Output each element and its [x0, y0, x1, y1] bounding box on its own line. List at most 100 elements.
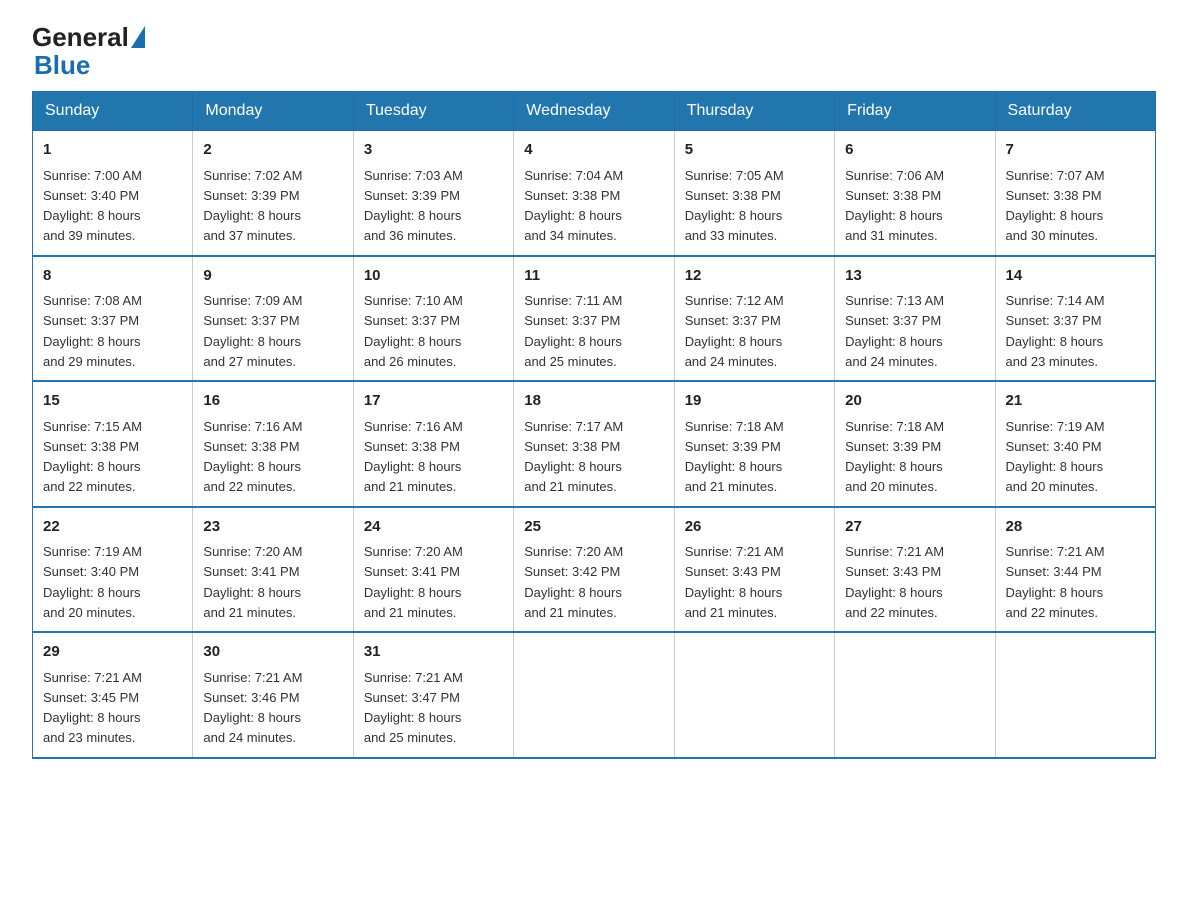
- week-row-4: 22 Sunrise: 7:19 AMSunset: 3:40 PMDaylig…: [33, 507, 1156, 633]
- logo: General Blue: [32, 24, 147, 81]
- day-sunrise: Sunrise: 7:09 AMSunset: 3:37 PMDaylight:…: [203, 293, 302, 369]
- day-number: 14: [1006, 265, 1145, 288]
- day-sunrise: Sunrise: 7:11 AMSunset: 3:37 PMDaylight:…: [524, 293, 622, 369]
- day-cell: 12 Sunrise: 7:12 AMSunset: 3:37 PMDaylig…: [674, 256, 834, 382]
- day-sunrise: Sunrise: 7:15 AMSunset: 3:38 PMDaylight:…: [43, 419, 142, 495]
- day-number: 12: [685, 265, 824, 288]
- week-row-3: 15 Sunrise: 7:15 AMSunset: 3:38 PMDaylig…: [33, 381, 1156, 507]
- day-cell: [995, 632, 1155, 758]
- day-sunrise: Sunrise: 7:03 AMSunset: 3:39 PMDaylight:…: [364, 168, 463, 244]
- day-sunrise: Sunrise: 7:00 AMSunset: 3:40 PMDaylight:…: [43, 168, 142, 244]
- day-cell: 27 Sunrise: 7:21 AMSunset: 3:43 PMDaylig…: [835, 507, 995, 633]
- day-cell: 7 Sunrise: 7:07 AMSunset: 3:38 PMDayligh…: [995, 131, 1155, 256]
- day-number: 24: [364, 516, 503, 539]
- day-cell: 10 Sunrise: 7:10 AMSunset: 3:37 PMDaylig…: [353, 256, 513, 382]
- day-number: 1: [43, 139, 182, 162]
- day-number: 6: [845, 139, 984, 162]
- day-cell: [674, 632, 834, 758]
- weekday-header-row: SundayMondayTuesdayWednesdayThursdayFrid…: [33, 92, 1156, 131]
- day-sunrise: Sunrise: 7:20 AMSunset: 3:41 PMDaylight:…: [203, 544, 302, 620]
- day-sunrise: Sunrise: 7:14 AMSunset: 3:37 PMDaylight:…: [1006, 293, 1105, 369]
- day-cell: 24 Sunrise: 7:20 AMSunset: 3:41 PMDaylig…: [353, 507, 513, 633]
- day-sunrise: Sunrise: 7:21 AMSunset: 3:46 PMDaylight:…: [203, 670, 302, 746]
- week-row-5: 29 Sunrise: 7:21 AMSunset: 3:45 PMDaylig…: [33, 632, 1156, 758]
- day-number: 4: [524, 139, 663, 162]
- day-sunrise: Sunrise: 7:21 AMSunset: 3:43 PMDaylight:…: [685, 544, 784, 620]
- day-number: 17: [364, 390, 503, 413]
- day-cell: 14 Sunrise: 7:14 AMSunset: 3:37 PMDaylig…: [995, 256, 1155, 382]
- day-number: 11: [524, 265, 663, 288]
- weekday-header-saturday: Saturday: [995, 92, 1155, 131]
- week-row-2: 8 Sunrise: 7:08 AMSunset: 3:37 PMDayligh…: [33, 256, 1156, 382]
- weekday-header-friday: Friday: [835, 92, 995, 131]
- day-number: 29: [43, 641, 182, 664]
- logo-text: General: [32, 24, 147, 50]
- day-cell: 31 Sunrise: 7:21 AMSunset: 3:47 PMDaylig…: [353, 632, 513, 758]
- day-cell: 29 Sunrise: 7:21 AMSunset: 3:45 PMDaylig…: [33, 632, 193, 758]
- day-cell: [514, 632, 674, 758]
- day-cell: 21 Sunrise: 7:19 AMSunset: 3:40 PMDaylig…: [995, 381, 1155, 507]
- day-sunrise: Sunrise: 7:19 AMSunset: 3:40 PMDaylight:…: [1006, 419, 1105, 495]
- day-sunrise: Sunrise: 7:20 AMSunset: 3:42 PMDaylight:…: [524, 544, 623, 620]
- day-cell: 25 Sunrise: 7:20 AMSunset: 3:42 PMDaylig…: [514, 507, 674, 633]
- day-cell: 11 Sunrise: 7:11 AMSunset: 3:37 PMDaylig…: [514, 256, 674, 382]
- day-number: 30: [203, 641, 342, 664]
- day-cell: 16 Sunrise: 7:16 AMSunset: 3:38 PMDaylig…: [193, 381, 353, 507]
- day-sunrise: Sunrise: 7:05 AMSunset: 3:38 PMDaylight:…: [685, 168, 784, 244]
- day-cell: 15 Sunrise: 7:15 AMSunset: 3:38 PMDaylig…: [33, 381, 193, 507]
- day-number: 18: [524, 390, 663, 413]
- day-number: 20: [845, 390, 984, 413]
- day-number: 16: [203, 390, 342, 413]
- calendar-body: 1 Sunrise: 7:00 AMSunset: 3:40 PMDayligh…: [33, 131, 1156, 758]
- weekday-header-monday: Monday: [193, 92, 353, 131]
- day-number: 21: [1006, 390, 1145, 413]
- day-cell: 1 Sunrise: 7:00 AMSunset: 3:40 PMDayligh…: [33, 131, 193, 256]
- day-sunrise: Sunrise: 7:20 AMSunset: 3:41 PMDaylight:…: [364, 544, 463, 620]
- day-sunrise: Sunrise: 7:07 AMSunset: 3:38 PMDaylight:…: [1006, 168, 1105, 244]
- logo-blue: Blue: [34, 50, 90, 80]
- day-sunrise: Sunrise: 7:02 AMSunset: 3:39 PMDaylight:…: [203, 168, 302, 244]
- day-sunrise: Sunrise: 7:21 AMSunset: 3:44 PMDaylight:…: [1006, 544, 1105, 620]
- day-cell: 9 Sunrise: 7:09 AMSunset: 3:37 PMDayligh…: [193, 256, 353, 382]
- day-sunrise: Sunrise: 7:17 AMSunset: 3:38 PMDaylight:…: [524, 419, 623, 495]
- day-number: 5: [685, 139, 824, 162]
- day-number: 26: [685, 516, 824, 539]
- day-cell: 2 Sunrise: 7:02 AMSunset: 3:39 PMDayligh…: [193, 131, 353, 256]
- logo-general: General: [32, 24, 129, 50]
- day-cell: 13 Sunrise: 7:13 AMSunset: 3:37 PMDaylig…: [835, 256, 995, 382]
- day-sunrise: Sunrise: 7:06 AMSunset: 3:38 PMDaylight:…: [845, 168, 944, 244]
- day-sunrise: Sunrise: 7:04 AMSunset: 3:38 PMDaylight:…: [524, 168, 623, 244]
- day-cell: 4 Sunrise: 7:04 AMSunset: 3:38 PMDayligh…: [514, 131, 674, 256]
- day-number: 23: [203, 516, 342, 539]
- day-number: 13: [845, 265, 984, 288]
- day-cell: 6 Sunrise: 7:06 AMSunset: 3:38 PMDayligh…: [835, 131, 995, 256]
- day-cell: 28 Sunrise: 7:21 AMSunset: 3:44 PMDaylig…: [995, 507, 1155, 633]
- weekday-header-tuesday: Tuesday: [353, 92, 513, 131]
- day-cell: 3 Sunrise: 7:03 AMSunset: 3:39 PMDayligh…: [353, 131, 513, 256]
- day-cell: 17 Sunrise: 7:16 AMSunset: 3:38 PMDaylig…: [353, 381, 513, 507]
- day-number: 27: [845, 516, 984, 539]
- day-sunrise: Sunrise: 7:16 AMSunset: 3:38 PMDaylight:…: [203, 419, 302, 495]
- day-sunrise: Sunrise: 7:16 AMSunset: 3:38 PMDaylight:…: [364, 419, 463, 495]
- weekday-header-thursday: Thursday: [674, 92, 834, 131]
- day-number: 28: [1006, 516, 1145, 539]
- week-row-1: 1 Sunrise: 7:00 AMSunset: 3:40 PMDayligh…: [33, 131, 1156, 256]
- day-number: 15: [43, 390, 182, 413]
- day-number: 31: [364, 641, 503, 664]
- day-number: 2: [203, 139, 342, 162]
- weekday-header-sunday: Sunday: [33, 92, 193, 131]
- day-cell: 30 Sunrise: 7:21 AMSunset: 3:46 PMDaylig…: [193, 632, 353, 758]
- calendar-header: SundayMondayTuesdayWednesdayThursdayFrid…: [33, 92, 1156, 131]
- day-number: 19: [685, 390, 824, 413]
- day-sunrise: Sunrise: 7:21 AMSunset: 3:47 PMDaylight:…: [364, 670, 463, 746]
- day-cell: 22 Sunrise: 7:19 AMSunset: 3:40 PMDaylig…: [33, 507, 193, 633]
- weekday-header-wednesday: Wednesday: [514, 92, 674, 131]
- day-number: 7: [1006, 139, 1145, 162]
- day-sunrise: Sunrise: 7:13 AMSunset: 3:37 PMDaylight:…: [845, 293, 944, 369]
- calendar-table: SundayMondayTuesdayWednesdayThursdayFrid…: [32, 91, 1156, 759]
- day-number: 10: [364, 265, 503, 288]
- day-sunrise: Sunrise: 7:08 AMSunset: 3:37 PMDaylight:…: [43, 293, 142, 369]
- day-number: 3: [364, 139, 503, 162]
- day-sunrise: Sunrise: 7:18 AMSunset: 3:39 PMDaylight:…: [685, 419, 784, 495]
- day-sunrise: Sunrise: 7:12 AMSunset: 3:37 PMDaylight:…: [685, 293, 784, 369]
